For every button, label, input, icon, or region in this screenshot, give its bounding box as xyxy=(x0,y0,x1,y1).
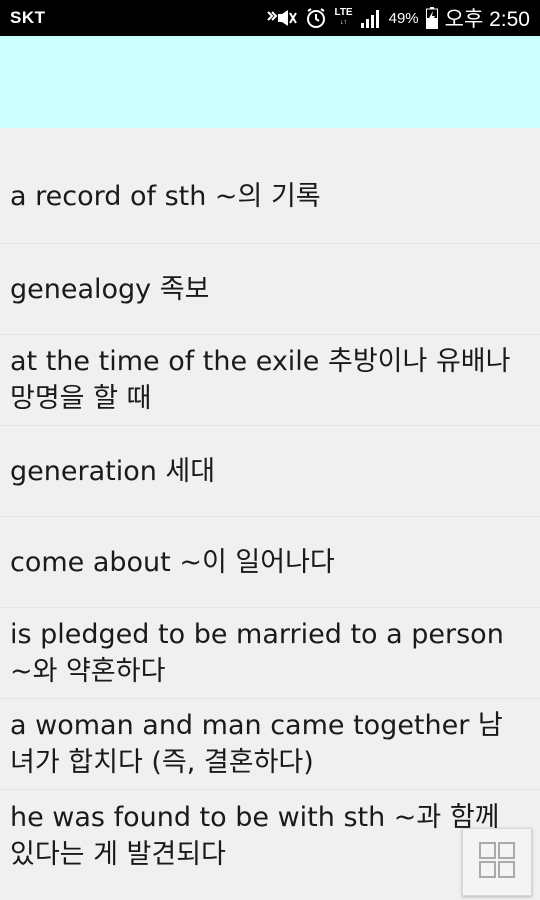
list-item-text: is pledged to be married to a person ~와 … xyxy=(10,619,504,687)
battery-charging-icon xyxy=(425,7,438,29)
lte-label: LTE xyxy=(334,7,353,18)
list-item-text: genealogy 족보 xyxy=(10,273,210,305)
list-item[interactable]: genealogy 족보 xyxy=(0,244,540,335)
signal-bars-icon xyxy=(360,8,382,28)
list-item-text: come about ~이 일어나다 xyxy=(10,546,335,578)
status-icons: LTE ↓↑ 49% 오후 2:50 xyxy=(266,3,530,33)
phrase-list: a record of sth ~의 기록 genealogy 족보 at th… xyxy=(0,128,540,882)
list-item[interactable]: a record of sth ~의 기록 xyxy=(0,128,540,244)
list-item-text: at the time of the exile 추방이나 유배나 망명을 할 … xyxy=(10,346,511,414)
battery-percentage: 49% xyxy=(388,9,419,27)
list-item-text: he was found to be with sth ~과 함께 있다는 게 … xyxy=(10,802,500,870)
grid-icon xyxy=(478,841,516,883)
list-item[interactable]: he was found to be with sth ~과 함께 있다는 게 … xyxy=(0,790,540,882)
carrier-label: SKT xyxy=(10,8,46,27)
alarm-icon xyxy=(305,7,327,29)
list-item[interactable]: come about ~이 일어나다 xyxy=(0,517,540,608)
list-item[interactable]: is pledged to be married to a person ~와 … xyxy=(0,608,540,699)
lte-signal-icon: LTE ↓↑ xyxy=(334,7,353,27)
list-item[interactable]: a woman and man came together 남녀가 합치다 (즉… xyxy=(0,699,540,790)
list-item-text: generation 세대 xyxy=(10,455,216,487)
grid-menu-button[interactable] xyxy=(462,828,532,896)
status-bar: SKT LTE ↓↑ 49% 오후 2:50 xyxy=(0,0,540,36)
list-item-text: a record of sth ~의 기록 xyxy=(10,181,321,212)
mute-icon xyxy=(266,8,298,28)
clock-time: 오후 2:50 xyxy=(444,8,530,31)
list-item-text: a woman and man came together 남녀가 합치다 (즉… xyxy=(10,710,503,778)
list-item[interactable]: generation 세대 xyxy=(0,426,540,517)
list-item[interactable]: at the time of the exile 추방이나 유배나 망명을 할 … xyxy=(0,335,540,426)
top-banner xyxy=(0,36,540,128)
